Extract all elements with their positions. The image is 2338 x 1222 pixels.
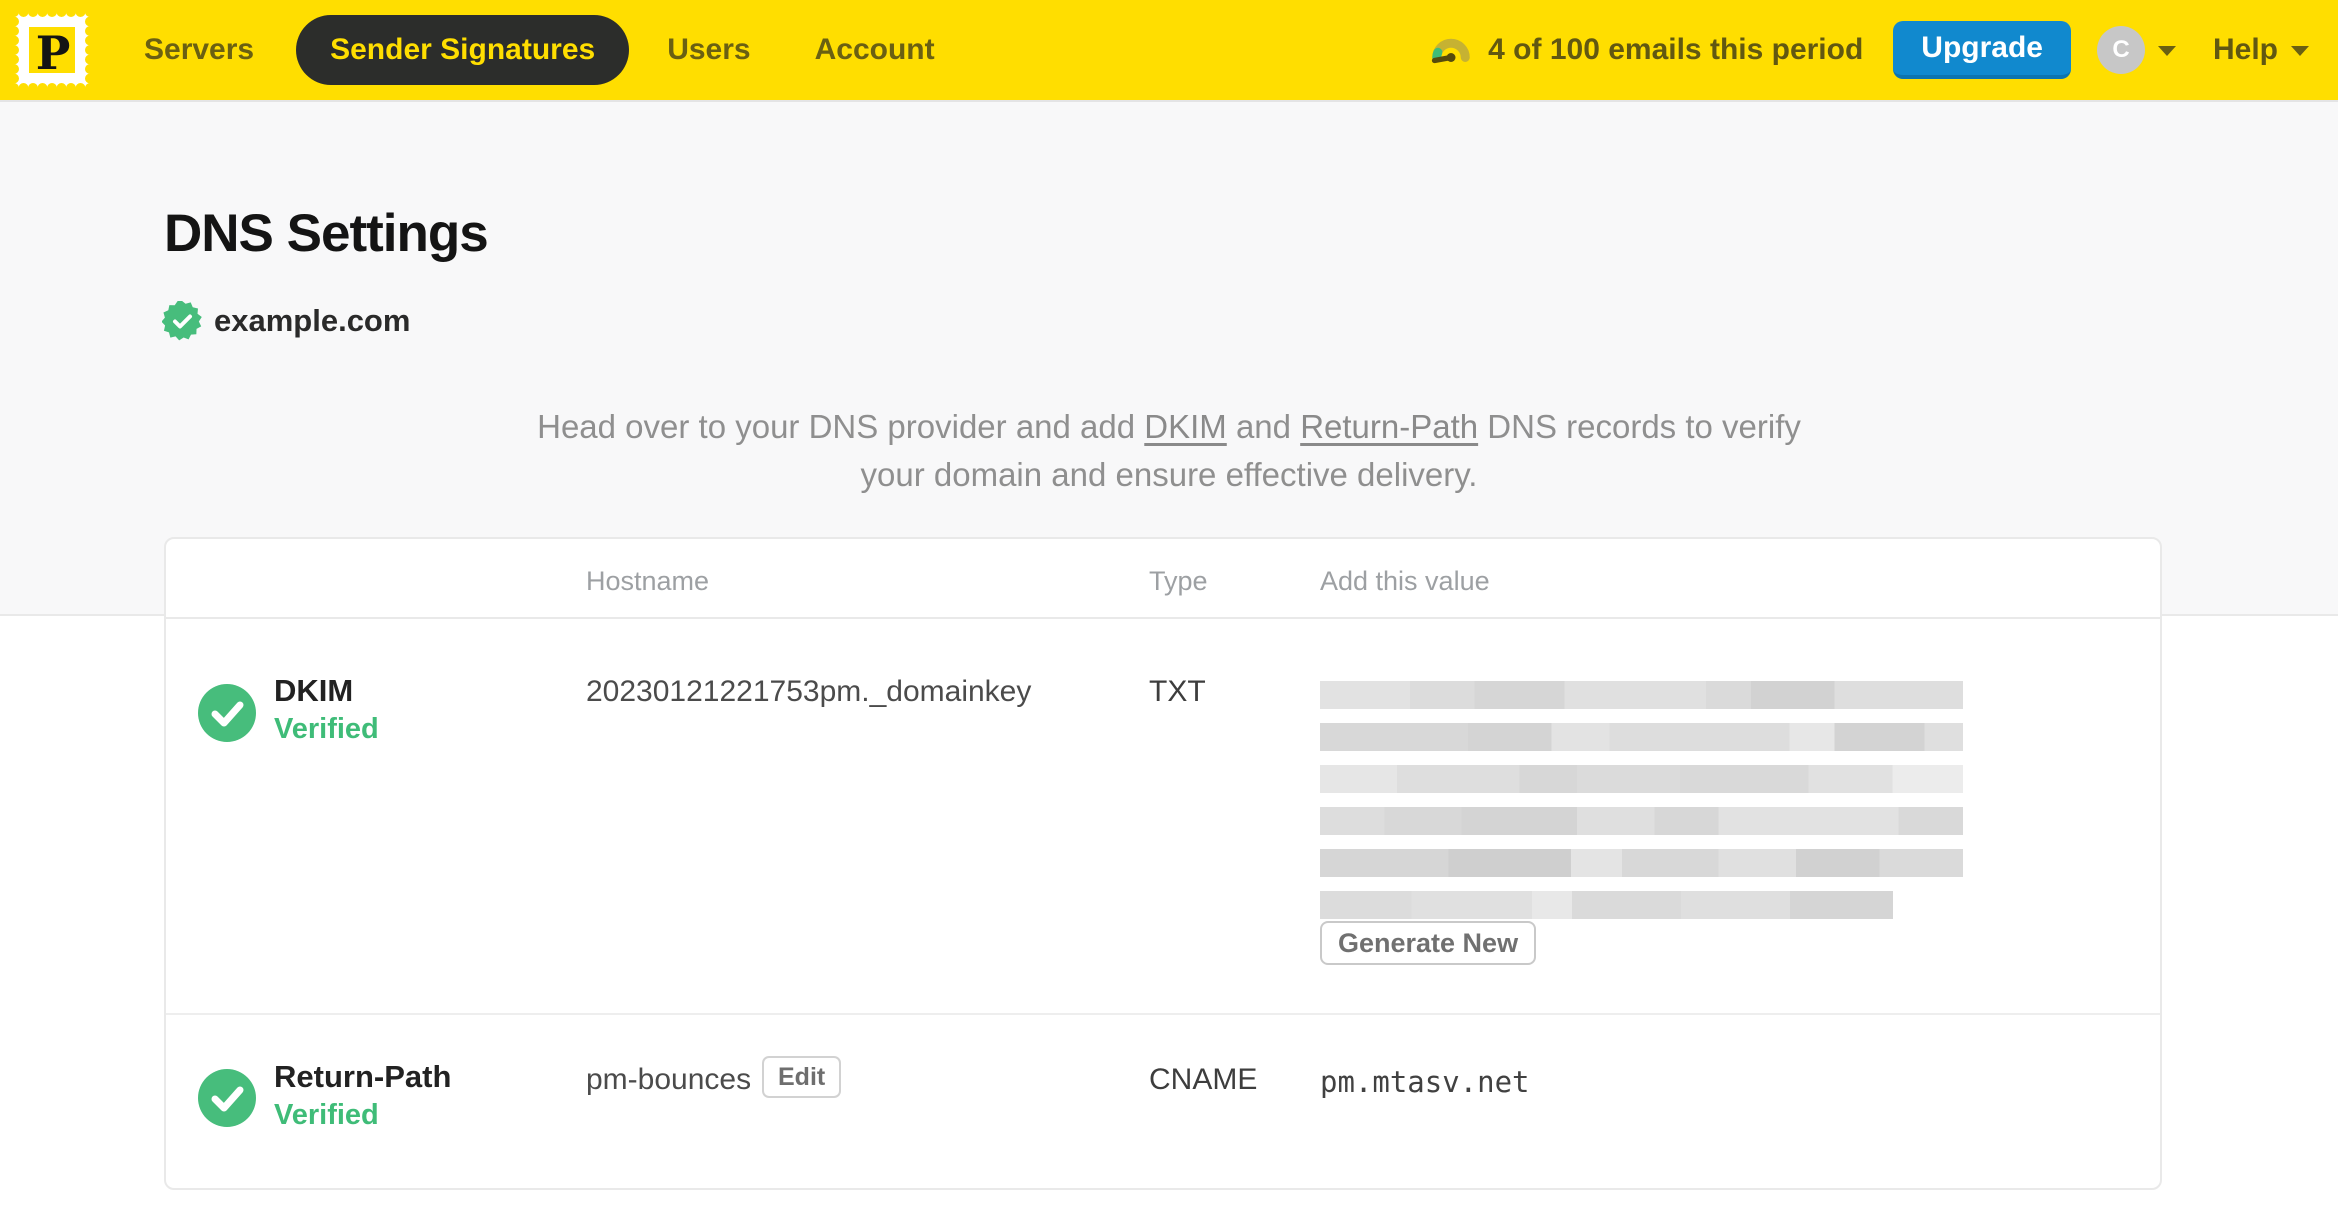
table-header: Hostname Type Add this value bbox=[166, 539, 2160, 619]
chevron-down-icon bbox=[2291, 45, 2309, 56]
postmark-logo[interactable]: P bbox=[14, 12, 90, 88]
return-path-hostname: pm-bounces bbox=[586, 1063, 752, 1096]
usage-gauge-icon bbox=[1432, 38, 1470, 64]
upgrade-button[interactable]: Upgrade bbox=[1893, 21, 2071, 79]
row-divider bbox=[166, 1013, 2160, 1015]
account-menu[interactable]: C bbox=[2096, 26, 2177, 74]
page-title: DNS Settings bbox=[164, 204, 489, 263]
nav-item-users[interactable]: Users bbox=[667, 33, 750, 67]
status-badge: Verified bbox=[274, 1099, 379, 1131]
top-navbar: P Servers Sender Signatures Users Accoun… bbox=[0, 0, 2338, 100]
edit-button[interactable]: Edit bbox=[762, 1056, 842, 1098]
verified-check-icon bbox=[198, 1069, 256, 1127]
column-header-value: Add this value bbox=[1320, 566, 1490, 596]
redacted-value-line bbox=[1320, 681, 1963, 709]
nav-item-servers[interactable]: Servers bbox=[144, 33, 254, 67]
intro-text: Head over to your DNS provider and add D… bbox=[534, 403, 1804, 499]
redacted-value-line bbox=[1320, 723, 1963, 751]
usage-text: 4 of 100 emails this period bbox=[1488, 33, 1864, 66]
dns-settings-page: P Servers Sender Signatures Users Accoun… bbox=[0, 0, 2338, 1222]
chevron-down-icon bbox=[2157, 45, 2176, 56]
redacted-value-line bbox=[1320, 765, 1963, 793]
domain-name: example.com bbox=[214, 303, 411, 338]
intro-part1: Head over to your DNS provider and add bbox=[537, 408, 1145, 445]
redacted-value-line bbox=[1320, 807, 1963, 835]
status-badge: Verified bbox=[274, 713, 379, 745]
return-path-link[interactable]: Return-Path bbox=[1300, 408, 1478, 445]
nav-right-group: 4 of 100 emails this period Upgrade C He… bbox=[1428, 0, 2310, 100]
avatar[interactable]: C bbox=[2096, 26, 2145, 74]
nav-item-account[interactable]: Account bbox=[815, 33, 935, 67]
verified-seal-icon bbox=[162, 301, 202, 341]
logo-letter: P bbox=[36, 26, 71, 80]
intro-part2: and bbox=[1226, 408, 1301, 445]
help-label: Help bbox=[2212, 33, 2278, 66]
dns-records-card: Hostname Type Add this value DKIM Verifi… bbox=[164, 537, 2162, 1190]
redacted-value-line bbox=[1320, 891, 1893, 919]
return-path-type: CNAME bbox=[1149, 1063, 1258, 1096]
verified-check-icon bbox=[198, 684, 256, 742]
domain-row: example.com bbox=[162, 301, 410, 341]
dkim-type: TXT bbox=[1149, 675, 1206, 708]
column-header-hostname: Hostname bbox=[586, 566, 710, 596]
generate-new-button[interactable]: Generate New bbox=[1320, 921, 1537, 965]
redacted-value-line bbox=[1320, 849, 1963, 877]
nav-item-sender-signatures[interactable]: Sender Signatures bbox=[296, 15, 630, 85]
nav-left-group: P Servers Sender Signatures Users Accoun… bbox=[0, 12, 977, 88]
return-path-value: pm.mtasv.net bbox=[1320, 1065, 1530, 1099]
column-header-type: Type bbox=[1149, 566, 1208, 596]
redacted-dkim-value bbox=[1320, 681, 1963, 933]
dkim-hostname: 20230121221753pm._domainkey bbox=[586, 675, 1032, 708]
help-menu[interactable]: Help bbox=[2213, 33, 2310, 67]
dkim-link[interactable]: DKIM bbox=[1144, 408, 1227, 445]
record-name: Return-Path bbox=[274, 1059, 452, 1094]
record-name: DKIM bbox=[274, 673, 354, 708]
